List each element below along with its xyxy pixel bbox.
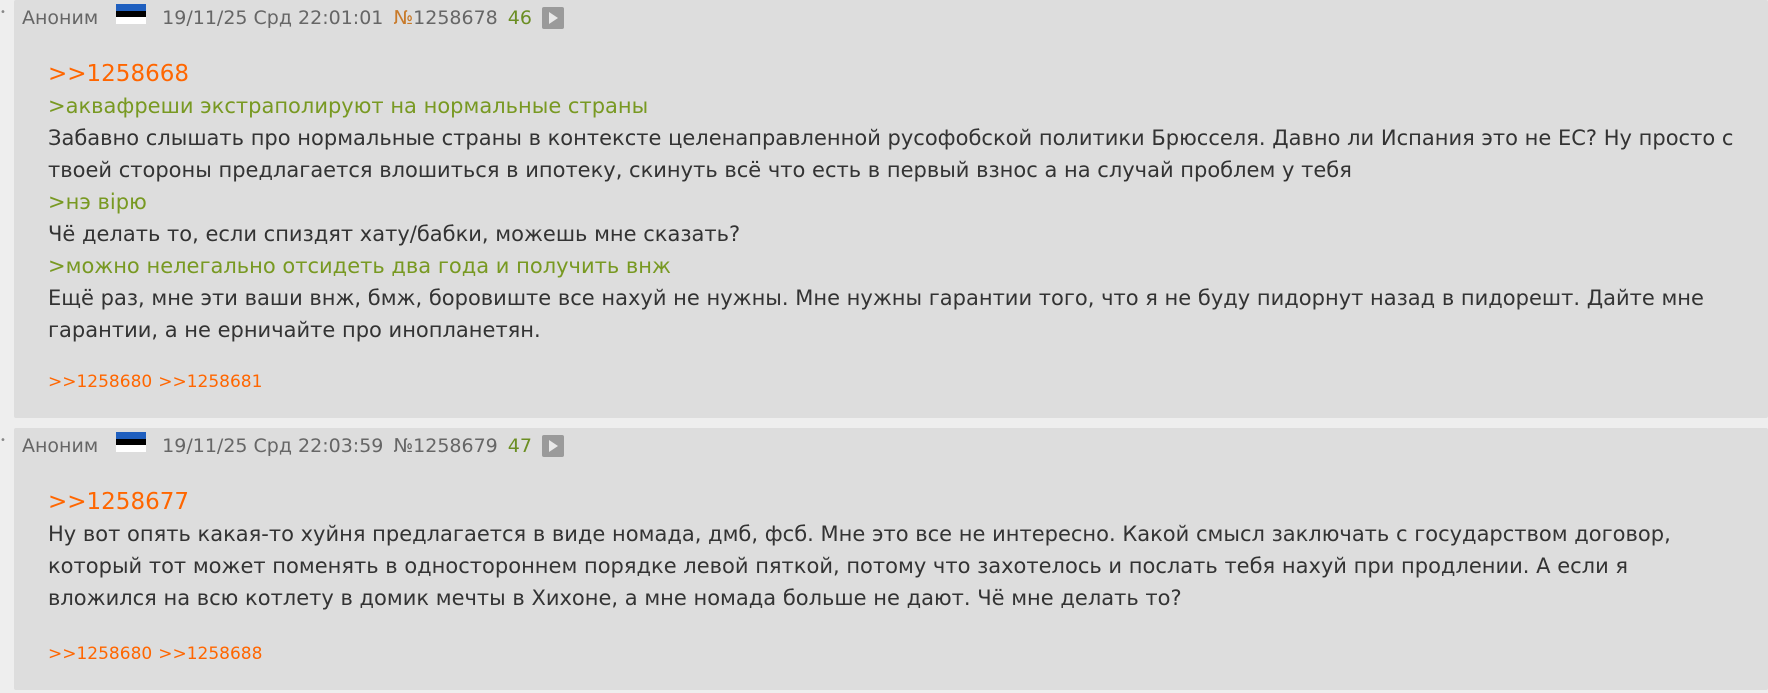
post-header: Аноним 19/11/25 Срд 22:01:01 № 1258678 46 [22,4,564,32]
play-icon [549,12,559,24]
thread: Аноним 19/11/25 Срд 22:01:01 № 1258678 46… [0,0,1768,693]
post-body: >>1258677 Ну вот опять какая-то хуйня пр… [48,486,1738,614]
play-button[interactable] [541,435,564,457]
post-author: Аноним [22,7,99,29]
post-date: 19/11/25 Срд 22:03:59 [162,435,384,457]
text-line: Чё делать то, если спиздят хату/бабки, м… [48,222,741,246]
post-number[interactable]: 1258678 [413,7,498,29]
backlinks: >>1258680 >>1258681 [48,372,268,392]
post: Аноним 19/11/25 Срд 22:03:59 № 1258679 47… [14,428,1768,690]
post-marker: • [0,435,6,446]
post: Аноним 19/11/25 Срд 22:01:01 № 1258678 46… [14,0,1768,418]
text-line: Забавно слышать про нормальные страны в … [48,126,1734,182]
post-body: >>1258668 >аквафреши экстраполируют на н… [48,58,1738,346]
play-icon [549,440,559,452]
estonia-flag-icon [116,432,147,452]
post-reply-count: 46 [507,7,532,29]
backlink[interactable]: >>1258680 [48,372,152,392]
reply-link[interactable]: >>1258668 [48,58,189,90]
post-number[interactable]: 1258679 [413,435,498,457]
post-reply-count: 47 [507,435,532,457]
text-line: Ну вот опять какая-то хуйня предлагается… [48,522,1671,610]
post-marker: • [0,7,6,18]
text-line: Ещё раз, мне эти ваши внж, бмж, боровишт… [48,286,1704,342]
backlinks: >>1258680 >>1258688 [48,644,268,664]
greentext-line: >аквафреши экстраполируют на нормальные … [48,94,649,118]
backlink[interactable]: >>1258688 [158,644,262,664]
post-header: Аноним 19/11/25 Срд 22:03:59 № 1258679 47 [22,432,564,460]
post-date: 19/11/25 Срд 22:01:01 [162,7,384,29]
post-number-sign[interactable]: № [393,7,413,29]
post-number-sign[interactable]: № [393,435,413,457]
greentext-line: >нэ вiрю [48,190,147,214]
greentext-line: >можно нелегально отсидеть два года и по… [48,254,671,278]
play-button[interactable] [541,7,564,29]
estonia-flag-icon [116,4,147,24]
reply-link[interactable]: >>1258677 [48,486,189,518]
post-author: Аноним [22,435,99,457]
backlink[interactable]: >>1258681 [158,372,262,392]
backlink[interactable]: >>1258680 [48,644,152,664]
